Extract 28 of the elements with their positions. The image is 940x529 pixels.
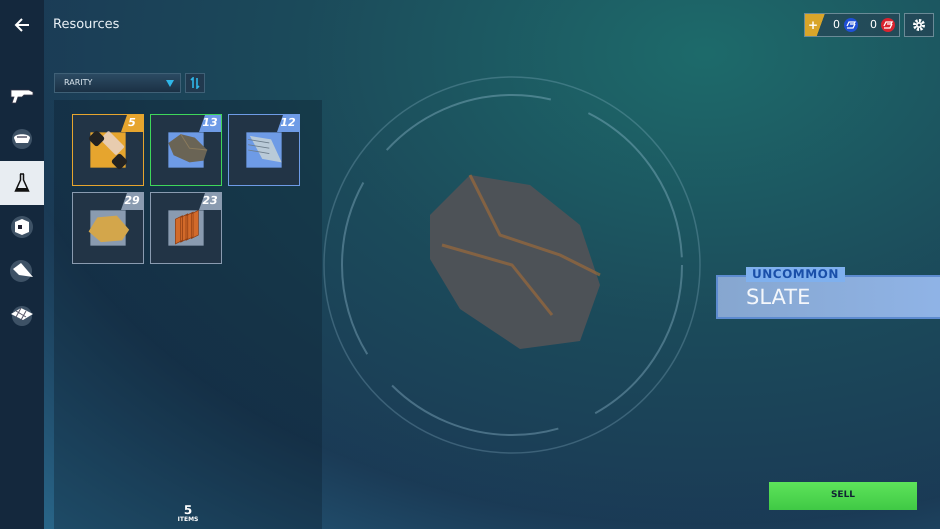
- settings-icon: [912, 18, 926, 32]
- currency-amount: 0: [833, 16, 840, 33]
- item-count: 13: [199, 115, 221, 132]
- add-currency-button[interactable]: +: [805, 14, 825, 36]
- item-count: 5: [121, 115, 143, 132]
- flask-icon: [14, 173, 30, 193]
- item-total: 5: [184, 504, 192, 516]
- sort-button[interactable]: [185, 73, 205, 93]
- sort-arrows-icon: [190, 77, 200, 89]
- item-name: SLATE: [746, 287, 812, 308]
- inventory-slot[interactable]: 29: [72, 192, 144, 264]
- back-arrow-icon: [14, 18, 30, 32]
- currency-amount: 0: [870, 16, 877, 33]
- item-count: 23: [199, 193, 221, 210]
- inventory-slot[interactable]: 13: [150, 114, 222, 186]
- inventory-slot[interactable]: 12: [228, 114, 300, 186]
- rarity-dropdown[interactable]: RARITY: [54, 73, 181, 93]
- inventory-slot[interactable]: 5: [72, 114, 144, 186]
- page-title: Resources: [53, 16, 120, 34]
- dropdown-caret-icon: [166, 80, 174, 86]
- sell-button[interactable]: SELL: [769, 482, 917, 510]
- item-count: 29: [121, 193, 143, 210]
- item-count: 12: [277, 115, 299, 132]
- sidebar-tab[interactable]: [0, 161, 44, 205]
- settings-button[interactable]: [904, 13, 934, 37]
- plates-icon: [9, 304, 35, 326]
- rarity-label: UNCOMMON: [746, 267, 845, 282]
- inventory-slot[interactable]: 23: [150, 192, 222, 264]
